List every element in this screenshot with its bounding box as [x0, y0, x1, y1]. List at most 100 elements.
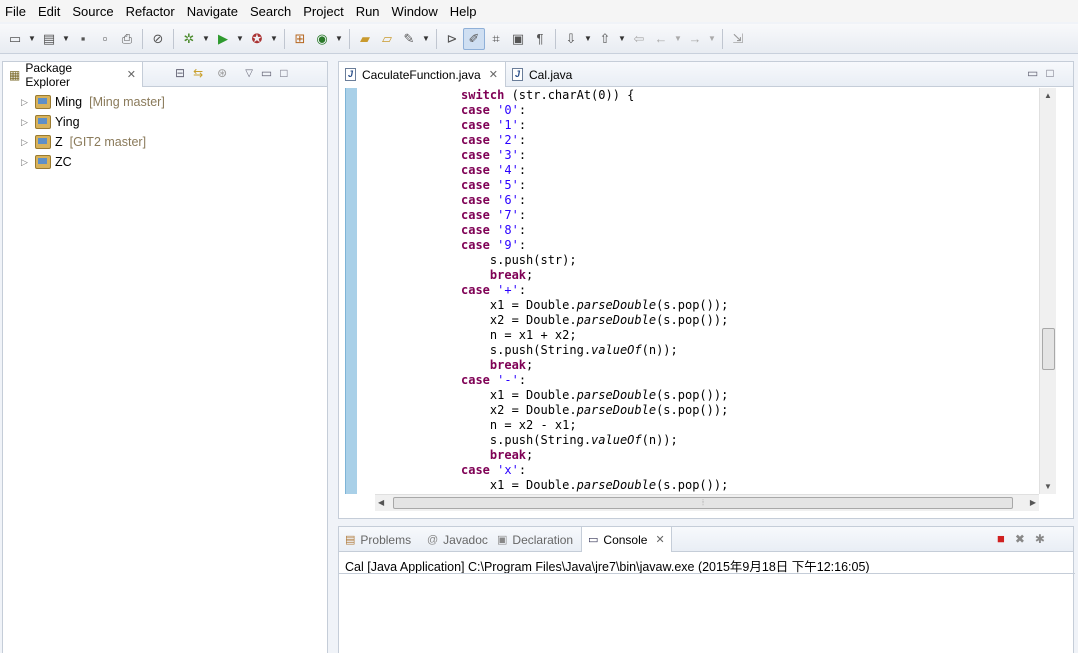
external-tools-dropdown-icon[interactable]: ▼ — [268, 28, 280, 50]
menu-navigate[interactable]: Navigate — [187, 4, 244, 19]
show-paragraph-icon[interactable]: ¶ — [529, 28, 551, 50]
scroll-down-icon[interactable]: ▼ — [1044, 482, 1052, 491]
show-whitespace-icon[interactable]: ▣ — [507, 28, 529, 50]
view-menu-icon[interactable]: ▽ — [245, 68, 253, 79]
toggle-breadcrumb-icon[interactable]: ⊳ — [441, 28, 463, 50]
close-icon[interactable]: ✕ — [655, 533, 664, 546]
horizontal-scroll-thumb[interactable]: ⦙ — [393, 497, 1013, 509]
java-editor: J CaculateFunction.java ✕ J Cal.java ▭ □… — [338, 61, 1074, 519]
print-icon[interactable]: ⎙ — [116, 28, 138, 50]
next-annotation-icon[interactable]: ⇩ — [560, 28, 582, 50]
tab-caculatefunction-java[interactable]: J CaculateFunction.java ✕ — [339, 62, 506, 87]
tree-item-ying[interactable]: ▷ Ying — [3, 112, 327, 132]
scroll-right-icon[interactable]: ▶ — [1030, 498, 1036, 507]
explorer-view-toolbar: ⊟ ⇆ ⊛ ▽ ▭ □ — [175, 66, 287, 80]
tab-declaration[interactable]: ▣ Declaration — [497, 527, 573, 552]
collapse-all-icon[interactable]: ⊟ — [175, 66, 185, 80]
tab-package-explorer[interactable]: ▦ Package Explorer ✕ — [3, 60, 143, 89]
console-icon: ▭ — [588, 534, 599, 546]
toolbar-separator — [349, 28, 350, 49]
menu-refactor[interactable]: Refactor — [126, 4, 181, 19]
tab-console[interactable]: ▭ Console ✕ — [581, 527, 672, 552]
tab-label: Problems — [360, 532, 412, 547]
open-folder-icon[interactable]: ▰ — [354, 28, 376, 50]
run-dropdown-icon[interactable]: ▼ — [234, 28, 246, 50]
menu-window[interactable]: Window — [392, 4, 444, 19]
toolbar-separator — [555, 28, 556, 49]
expand-arrow-icon[interactable]: ▷ — [21, 137, 31, 148]
new-class-icon[interactable]: ◉ — [311, 28, 333, 50]
vertical-scroll-thumb[interactable] — [1042, 328, 1055, 370]
tab-javadoc[interactable]: @ Javadoc — [427, 527, 488, 552]
previous-annotation-dropdown-icon[interactable]: ▼ — [616, 28, 628, 50]
project-name: Z — [55, 135, 63, 149]
maximize-icon[interactable]: □ — [1046, 66, 1053, 80]
menu-project[interactable]: Project — [303, 4, 349, 19]
search-icon[interactable]: ✎ — [398, 28, 420, 50]
remove-all-terminated-icon[interactable]: ✱ — [1035, 532, 1045, 546]
link-with-editor-icon[interactable]: ⇆ — [193, 66, 203, 80]
new-icon[interactable]: ▭ — [4, 28, 26, 50]
remove-launch-icon[interactable]: ✖ — [1015, 532, 1025, 546]
menu-bar: File Edit Source Refactor Navigate Searc… — [0, 0, 1078, 22]
code-line: case '5': — [461, 178, 527, 192]
debug-icon[interactable]: ✲ — [178, 28, 200, 50]
change-ruler — [345, 88, 357, 494]
code-line: case '2': — [461, 133, 527, 147]
menu-help[interactable]: Help — [450, 4, 483, 19]
forward-icon[interactable]: → — [684, 28, 706, 50]
search-dropdown-icon[interactable]: ▼ — [420, 28, 432, 50]
tree-item-ming[interactable]: ▷ Ming [Ming master] — [3, 92, 327, 112]
main-toolbar: ▭ ▼ ▤ ▼ ▪ ▫ ⎙ ⊘ ✲ ▼ ▶ ▼ ✪ ▼ ⊞ ◉ ▼ ▰ ▱ ✎ ▼ ⊳ ✐ ⌗… — [0, 24, 1078, 54]
minimize-icon[interactable]: ▭ — [261, 66, 272, 80]
tab-label: Package Explorer — [25, 60, 73, 89]
menu-run[interactable]: Run — [356, 4, 386, 19]
scroll-up-icon[interactable]: ▲ — [1044, 91, 1052, 100]
close-icon[interactable]: ✕ — [489, 68, 498, 81]
code-area[interactable]: switch (str.charAt(0)) {case '0': case '1… — [361, 88, 1039, 494]
tree-item-zc[interactable]: ▷ ZC — [3, 152, 327, 172]
skip-breakpoints-icon[interactable]: ⊘ — [147, 28, 169, 50]
menu-source[interactable]: Source — [72, 4, 119, 19]
expand-arrow-icon[interactable]: ▷ — [21, 97, 31, 108]
expand-arrow-icon[interactable]: ▷ — [21, 117, 31, 128]
external-tools-icon[interactable]: ✪ — [246, 28, 268, 50]
menu-edit[interactable]: Edit — [38, 4, 66, 19]
tab-cal-java[interactable]: J Cal.java — [506, 62, 596, 87]
debug-dropdown-icon[interactable]: ▼ — [200, 28, 212, 50]
back-dropdown-icon[interactable]: ▼ — [672, 28, 684, 50]
save-all-icon[interactable]: ▫ — [94, 28, 116, 50]
pin-editor-icon[interactable]: ⇲ — [727, 28, 749, 50]
open-task-icon[interactable]: ▱ — [376, 28, 398, 50]
back-icon[interactable]: ← — [650, 28, 672, 50]
new-dropdown-icon[interactable]: ▼ — [26, 28, 38, 50]
new-java-project-icon[interactable]: ⊞ — [289, 28, 311, 50]
last-edit-location-icon[interactable]: ⇦ — [628, 28, 650, 50]
run-icon[interactable]: ▶ — [212, 28, 234, 50]
mark-occurrences-icon[interactable]: ✐ — [463, 27, 485, 50]
open-dropdown-icon[interactable]: ▼ — [60, 28, 72, 50]
terminate-icon[interactable]: ■ — [997, 531, 1005, 546]
open-type-icon[interactable]: ▤ — [38, 28, 60, 50]
menu-search[interactable]: Search — [250, 4, 297, 19]
close-icon[interactable]: ✕ — [127, 68, 136, 81]
new-class-dropdown-icon[interactable]: ▼ — [333, 28, 345, 50]
forward-dropdown-icon[interactable]: ▼ — [706, 28, 718, 50]
minimize-icon[interactable]: ▭ — [1027, 66, 1038, 80]
tab-problems[interactable]: ▤ Problems — [345, 527, 411, 552]
filter-icon[interactable]: ⊛ — [217, 66, 227, 80]
menu-file[interactable]: File — [5, 4, 32, 19]
scroll-left-icon[interactable]: ◀ — [378, 498, 384, 507]
next-annotation-dropdown-icon[interactable]: ▼ — [582, 28, 594, 50]
horizontal-scrollbar[interactable]: ◀ ⦙ ▶ — [375, 494, 1039, 511]
block-selection-icon[interactable]: ⌗ — [485, 28, 507, 50]
maximize-icon[interactable]: □ — [280, 66, 287, 80]
code-line: x1 = Double.parseDouble(s.pop()); — [461, 388, 729, 402]
expand-arrow-icon[interactable]: ▷ — [21, 157, 31, 168]
save-icon[interactable]: ▪ — [72, 28, 94, 50]
tree-item-z[interactable]: ▷ Z [GIT2 master] — [3, 132, 327, 152]
previous-annotation-icon[interactable]: ⇧ — [594, 28, 616, 50]
code-line: case '7': — [461, 208, 527, 222]
console-view: ▤ Problems @ Javadoc ▣ Declaration ▭ Con… — [338, 526, 1075, 653]
vertical-scrollbar[interactable]: ▲ ▼ — [1039, 88, 1056, 494]
